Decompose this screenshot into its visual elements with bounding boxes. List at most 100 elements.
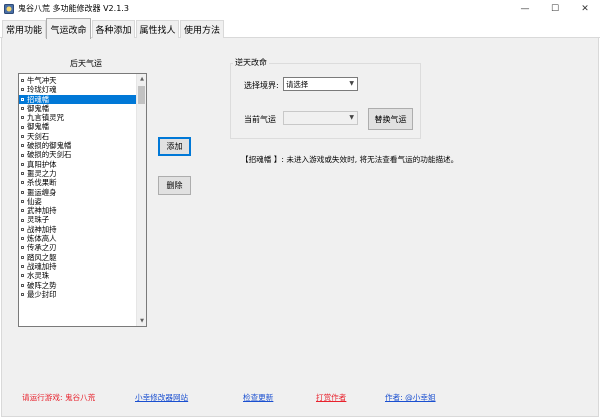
list-item-label: 破损的天剑石 <box>27 150 72 160</box>
bullet-icon <box>21 97 24 101</box>
scroll-up-icon[interactable]: ▲ <box>137 74 146 84</box>
bullet-icon <box>21 125 24 129</box>
list-item-label: 灵珠子 <box>27 215 50 225</box>
list-item[interactable]: 噩运缠身 <box>19 188 136 197</box>
list-item[interactable]: 破损的天剑石 <box>19 150 136 159</box>
tab-common-functions[interactable]: 常用功能 <box>2 20 46 38</box>
realm-label: 选择境界: <box>244 81 279 90</box>
list-item[interactable]: 破阵之势 <box>19 281 136 290</box>
list-item[interactable]: 武神加持 <box>19 206 136 215</box>
bullet-icon <box>21 134 24 138</box>
list-rows: 牛气冲天 玲珑灯魂 招魂幡 御鬼幡 九言镇灵咒 御鬼幡 天剑石 破损的御鬼幡 破损的天剑石 真阳护… <box>19 76 136 299</box>
group-title: 逆天改命 <box>233 57 269 68</box>
tab-fortune-change[interactable]: 气运改命 <box>46 18 91 39</box>
list-item[interactable]: 牛气冲天 <box>19 76 136 85</box>
list-item-label: 战神加持 <box>27 224 57 234</box>
current-fortune-label: 当前气运 <box>244 115 276 124</box>
list-item[interactable]: 御鬼幡 <box>19 104 136 113</box>
list-item[interactable]: 玲珑灯魂 <box>19 85 136 94</box>
list-item-label: 牛气冲天 <box>27 76 57 85</box>
bullet-icon <box>21 274 24 278</box>
bullet-icon <box>21 79 24 83</box>
tab-add-items[interactable]: 各种添加 <box>92 20 135 38</box>
list-item[interactable]: 御鬼幡 <box>19 122 136 131</box>
list-item[interactable]: 仙姿 <box>19 197 136 206</box>
list-title: 后天气运 <box>70 59 102 68</box>
list-item[interactable]: 战神加持 <box>19 225 136 234</box>
website-link[interactable]: 小幸修改器网站 <box>135 392 188 403</box>
bullet-icon <box>21 88 24 92</box>
list-item-label: 噩运缠身 <box>27 187 57 197</box>
list-item[interactable]: 真阳护体 <box>19 160 136 169</box>
add-button[interactable]: 添加 <box>158 137 191 156</box>
bullet-icon <box>21 209 24 213</box>
list-item-label: 武神加持 <box>27 206 57 216</box>
list-item-label: 破损的御鬼幡 <box>27 141 72 151</box>
realm-select-value: 请选择 <box>286 79 309 89</box>
minimize-button[interactable]: — <box>510 0 540 17</box>
run-game-status: 请运行游戏: 鬼谷八荒 <box>22 393 96 402</box>
tab-usage[interactable]: 使用方法 <box>180 20 224 38</box>
bullet-icon <box>21 227 24 231</box>
list-item[interactable]: 踏风之躯 <box>19 253 136 262</box>
bullet-icon <box>21 107 24 111</box>
fortune-description: 【招魂幡 】: 未进入游戏或失效时, 将无法查看气运的功能描述。 <box>241 155 459 164</box>
list-item-label: 水灵珠 <box>27 271 50 281</box>
list-item-label: 破阵之势 <box>27 280 57 290</box>
current-fortune-select[interactable]: ▼ <box>283 111 358 125</box>
tab-attribute-search[interactable]: 属性找人 <box>136 20 179 38</box>
list-scrollbar[interactable]: ▲ ▼ <box>136 74 146 326</box>
list-item-label: 天剑石 <box>27 131 50 141</box>
list-item[interactable]: 噩灵之力 <box>19 169 136 178</box>
close-button[interactable]: ✕ <box>570 0 600 17</box>
bullet-icon <box>21 200 24 203</box>
list-item-label: 战魂加持 <box>27 261 57 271</box>
bullet-icon <box>21 255 24 259</box>
bullet-icon <box>21 246 24 250</box>
list-item-label: 九言镇灵咒 <box>27 113 64 123</box>
list-item[interactable]: 招魂幡 <box>19 94 136 104</box>
donate-link[interactable]: 打赏作者 <box>316 392 346 403</box>
app-icon <box>4 3 14 14</box>
list-item-label: 招魂幡 <box>27 94 50 104</box>
delete-button[interactable]: 删除 <box>158 176 191 195</box>
check-update-link[interactable]: 检查更新 <box>243 392 273 403</box>
author-link[interactable]: 作者: @小幸姐 <box>385 392 436 403</box>
list-item[interactable]: 杀伐果断 <box>19 178 136 187</box>
scroll-down-icon[interactable]: ▼ <box>137 316 146 326</box>
fortune-listbox[interactable]: 牛气冲天 玲珑灯魂 招魂幡 御鬼幡 九言镇灵咒 御鬼幡 天剑石 破损的御鬼幡 破损的天剑石 真阳护… <box>18 73 147 327</box>
list-item[interactable]: 天剑石 <box>19 132 136 141</box>
bullet-icon <box>21 153 24 157</box>
chevron-down-icon: ▼ <box>349 80 354 87</box>
list-item-label: 御鬼幡 <box>27 103 50 113</box>
list-item[interactable]: 战魂加持 <box>19 262 136 271</box>
list-item-label: 炼体高人 <box>27 234 57 244</box>
realm-select[interactable]: 请选择 ▼ <box>283 77 358 91</box>
list-item[interactable]: 炼体高人 <box>19 234 136 243</box>
list-item[interactable]: 九言镇灵咒 <box>19 113 136 122</box>
bullet-icon <box>21 237 24 241</box>
bullet-icon <box>21 283 24 287</box>
list-item[interactable]: 最少封印 <box>19 290 136 299</box>
window-title: 鬼谷八荒 多功能修改器 V2.1.3 <box>18 4 129 13</box>
list-item[interactable]: 灵珠子 <box>19 215 136 224</box>
bullet-icon <box>21 116 24 120</box>
scroll-thumb[interactable] <box>138 86 145 104</box>
bullet-icon <box>21 144 24 148</box>
bullet-icon <box>21 292 24 296</box>
list-item[interactable]: 传承之刃 <box>19 243 136 252</box>
replace-fortune-button[interactable]: 替换气运 <box>368 108 413 130</box>
list-item-label: 御鬼幡 <box>27 122 50 132</box>
bullet-icon <box>21 265 24 269</box>
tab-bar: 常用功能 气运改命 各种添加 属性找人 使用方法 <box>0 18 600 39</box>
maximize-button[interactable]: ☐ <box>540 0 570 17</box>
bullet-icon <box>21 162 24 166</box>
list-item[interactable]: 水灵珠 <box>19 271 136 280</box>
list-item-label: 噩灵之力 <box>27 168 57 178</box>
bullet-icon <box>21 172 24 176</box>
list-item-label: 踏风之躯 <box>27 252 57 262</box>
list-item-label: 杀伐果断 <box>27 178 57 188</box>
bullet-icon <box>21 181 24 185</box>
list-item[interactable]: 破损的御鬼幡 <box>19 141 136 150</box>
list-item-label: 最少封印 <box>27 289 57 299</box>
